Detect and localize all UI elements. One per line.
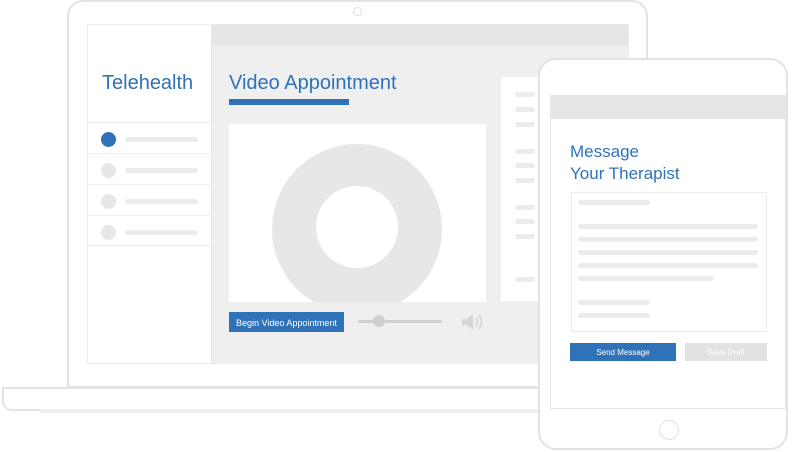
inactive-dot-icon [101, 194, 116, 209]
placeholder-bar [515, 122, 535, 127]
volume-slider-track[interactable] [358, 320, 442, 323]
save-draft-button[interactable]: Save Draft [685, 343, 767, 361]
placeholder-bar [515, 219, 535, 224]
message-title: Message Your Therapist [570, 141, 680, 185]
speaker-icon[interactable] [461, 312, 485, 332]
placeholder-bar [125, 230, 198, 235]
home-button-icon[interactable] [659, 420, 679, 440]
message-title-line2: Your Therapist [570, 164, 680, 183]
title-underline [229, 99, 349, 105]
send-message-button[interactable]: Send Message [570, 343, 676, 361]
avatar-placeholder [316, 186, 398, 268]
inactive-dot-icon [101, 163, 116, 178]
placeholder-bar [125, 137, 198, 142]
placeholder-bar [515, 277, 535, 282]
placeholder-bar [515, 107, 535, 112]
app-title: Telehealth [102, 72, 194, 94]
message-title-line1: Message [570, 142, 639, 161]
sidebar-item-4[interactable] [88, 215, 212, 246]
sidebar-item-3[interactable] [88, 184, 212, 215]
placeholder-bar [515, 149, 535, 154]
volume-slider-thumb[interactable] [373, 315, 385, 327]
active-dot-icon [101, 132, 116, 147]
placeholder-line [578, 237, 758, 242]
placeholder-bar [515, 178, 535, 183]
inactive-dot-icon [101, 225, 116, 240]
placeholder-bar [515, 92, 535, 97]
placeholder-line [578, 313, 650, 318]
placeholder-bar [515, 234, 535, 239]
sidebar-item-1[interactable] [88, 122, 212, 153]
message-textarea[interactable] [571, 192, 767, 332]
main-top-strip [212, 25, 628, 45]
placeholder-line [578, 224, 758, 229]
placeholder-bar [125, 168, 198, 173]
placeholder-bar [515, 205, 535, 210]
begin-video-appointment-button[interactable]: Begin Video Appointment [229, 312, 344, 332]
placeholder-line [578, 263, 758, 268]
laptop-base-shadow [40, 409, 560, 413]
placeholder-bar [125, 199, 198, 204]
tablet-top-bar [550, 95, 786, 119]
page-title: Video Appointment [229, 72, 397, 94]
placeholder-line [578, 300, 650, 305]
sidebar-item-2[interactable] [88, 153, 212, 184]
placeholder-line [578, 200, 650, 205]
placeholder-line [578, 250, 758, 255]
camera-dot-icon [353, 7, 362, 16]
placeholder-line [578, 276, 714, 281]
placeholder-bar [515, 163, 535, 168]
